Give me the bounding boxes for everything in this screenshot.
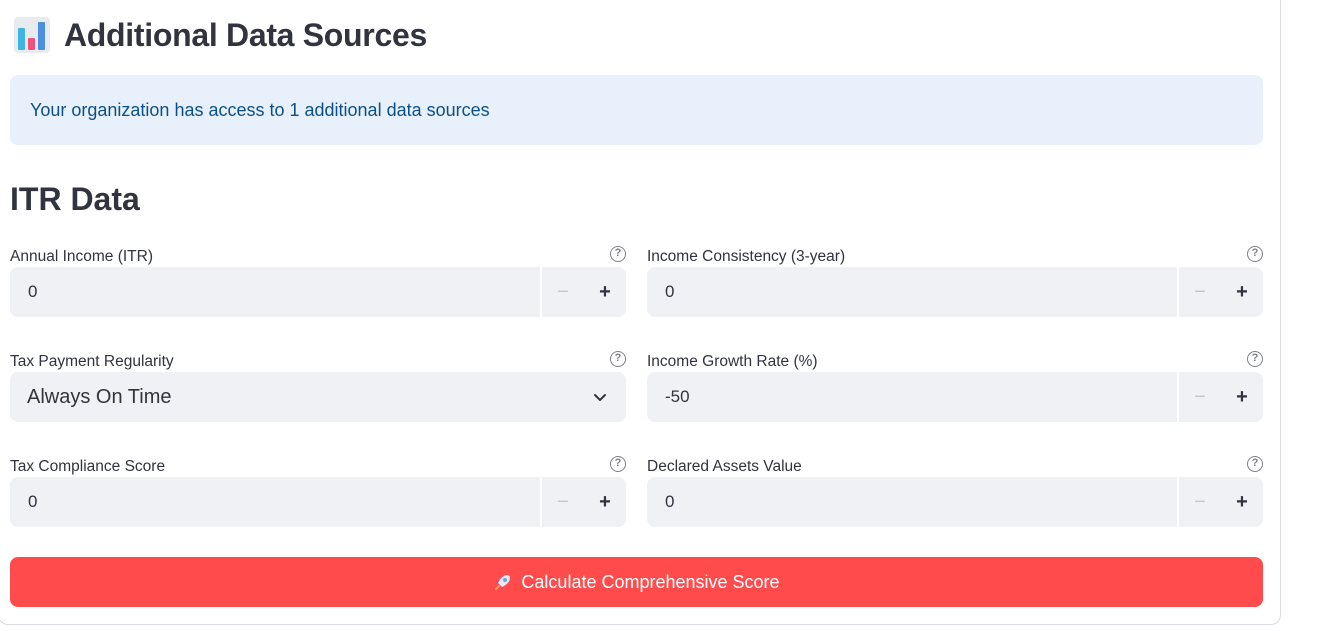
income-consistency-field: Income Consistency (3-year) ? 0 − + — [647, 246, 1263, 317]
increment-button[interactable]: + — [584, 267, 626, 317]
decrement-button[interactable]: − — [542, 267, 584, 317]
chevron-down-icon — [594, 394, 606, 401]
help-icon[interactable]: ? — [610, 246, 626, 262]
annual-income-input[interactable]: 0 — [10, 267, 540, 317]
page-header: Additional Data Sources — [14, 14, 427, 56]
help-icon[interactable]: ? — [610, 456, 626, 472]
calculate-score-label: Calculate Comprehensive Score — [521, 571, 780, 592]
page-title: Additional Data Sources — [64, 16, 427, 53]
income-consistency-label: Income Consistency (3-year) — [647, 248, 846, 265]
info-alert-text: Your organization has access to 1 additi… — [30, 99, 490, 120]
select-value: Always On Time — [27, 385, 172, 408]
increment-button[interactable]: + — [584, 477, 626, 527]
decrement-button[interactable]: − — [542, 477, 584, 527]
tax-compliance-score-field: Tax Compliance Score ? 0 − + — [10, 456, 626, 527]
income-consistency-input[interactable]: 0 — [647, 267, 1177, 317]
tax-payment-regularity-field: Tax Payment Regularity ? Always On Time — [10, 351, 626, 422]
declared-assets-value-label: Declared Assets Value — [647, 458, 802, 475]
declared-assets-value-input[interactable]: 0 — [647, 477, 1177, 527]
increment-button[interactable]: + — [1221, 372, 1263, 422]
declared-assets-value-field: Declared Assets Value ? 0 − + — [647, 456, 1263, 527]
annual-income-field: Annual Income (ITR) ? 0 − + — [10, 246, 626, 317]
tax-compliance-score-label: Tax Compliance Score — [10, 458, 166, 475]
help-icon[interactable]: ? — [1247, 351, 1263, 367]
income-growth-rate-field: Income Growth Rate (%) ? -50 − + — [647, 351, 1263, 422]
increment-button[interactable]: + — [1221, 477, 1263, 527]
decrement-button[interactable]: − — [1179, 267, 1221, 317]
annual-income-label: Annual Income (ITR) — [10, 248, 153, 265]
decrement-button[interactable]: − — [1179, 372, 1221, 422]
increment-button[interactable]: + — [1221, 267, 1263, 317]
info-alert: Your organization has access to 1 additi… — [10, 75, 1263, 145]
help-icon[interactable]: ? — [610, 351, 626, 367]
tax-compliance-score-input[interactable]: 0 — [10, 477, 540, 527]
income-growth-rate-label: Income Growth Rate (%) — [647, 353, 818, 370]
help-icon[interactable]: ? — [1247, 246, 1263, 262]
tax-payment-regularity-select[interactable]: Always On Time — [10, 372, 626, 422]
bar-chart-icon — [14, 17, 50, 53]
help-icon[interactable]: ? — [1247, 456, 1263, 472]
calculate-score-button[interactable]: Calculate Comprehensive Score — [10, 557, 1263, 607]
rocket-icon — [495, 575, 511, 590]
income-growth-rate-input[interactable]: -50 — [647, 372, 1177, 422]
section-title: ITR Data — [10, 181, 140, 217]
decrement-button[interactable]: − — [1179, 477, 1221, 527]
tax-payment-regularity-label: Tax Payment Regularity — [10, 353, 174, 370]
